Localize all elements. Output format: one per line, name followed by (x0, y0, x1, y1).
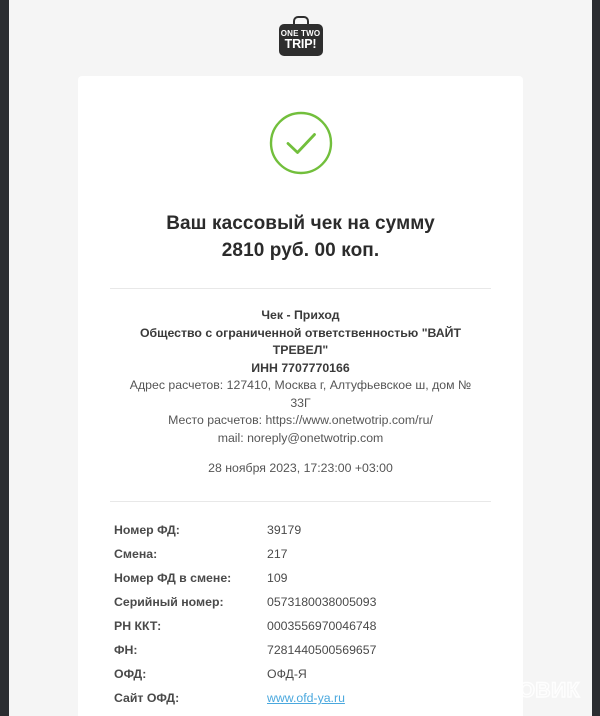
contact-mail: mail: noreply@onetwotrip.com (217, 430, 384, 445)
detail-value: 7281440500569657 (267, 643, 377, 657)
browser-gutter-left (0, 0, 9, 716)
detail-label: Серийный номер: (114, 595, 224, 609)
company-name: Общество с ограниченной ответственностью… (139, 325, 462, 358)
receipt-type: Чек - Приход (261, 308, 340, 322)
settlement-address: Адрес расчетов: 127410, Москва г, Алтуфь… (129, 378, 472, 410)
receipt-amount: 2810 руб. 00 коп. (221, 240, 380, 261)
logo-text-line2: TRIP! (284, 37, 317, 51)
detail-label: ОФД: (114, 667, 147, 681)
detail-row: ФН: 7281440500569657 (114, 642, 487, 666)
receipt-title: Ваш кассовый чек на сумму 2810 руб. 00 к… (78, 180, 523, 264)
detail-label: Смена: (114, 547, 158, 561)
detail-label: ФН: (114, 643, 138, 657)
detail-row: РН ККТ: 0003556970046748 (114, 618, 487, 642)
settlement-place: Место расчетов: https://www.onetwotrip.c… (168, 413, 433, 427)
detail-value: 0573180038005093 (267, 595, 377, 609)
detail-value: 39179 (267, 523, 302, 537)
detail-label: Сайт ОФД: (114, 691, 180, 705)
detail-value-link[interactable]: www.ofd-ya.ru (267, 690, 487, 706)
receipt-title-line1: Ваш кассовый чек на сумму (166, 213, 435, 234)
detail-row: Смена: 217 (114, 546, 487, 570)
receipt-datetime: 28 ноября 2023, 17:23:00 +03:00 (208, 461, 393, 475)
status-icon-wrap (78, 102, 523, 180)
detail-row: ОФД: ОФД-Я (114, 666, 487, 690)
detail-row: Сайт ОФД: www.ofd-ya.ru (114, 690, 487, 714)
detail-row: Номер ФД в смене: 109 (114, 570, 487, 594)
detail-value: 0003556970046748 (267, 619, 377, 633)
page-viewport: ONE TWO TRIP! Ваш кассовый чек на сумму … (9, 0, 592, 716)
detail-value: 109 (267, 571, 288, 585)
brand-logo-area: ONE TWO TRIP! (9, 0, 592, 56)
detail-value: ОФД-Я (267, 667, 307, 681)
detail-value: 217 (267, 547, 288, 561)
detail-row: Номер ФД: 39179 (114, 522, 487, 546)
organization-info: Чек - Приход Общество с ограниченной отв… (78, 289, 523, 477)
suitcase-logo-icon: ONE TWO TRIP! (278, 16, 323, 56)
company-inn: ИНН 7707770166 (251, 360, 350, 375)
detail-label: Номер ФД в смене: (114, 571, 232, 585)
detail-label: РН ККТ: (114, 619, 162, 633)
check-circle-icon (269, 111, 332, 175)
suitcase-body-shape: ONE TWO TRIP! (278, 24, 323, 56)
detail-row: Серийный номер: 0573180038005093 (114, 594, 487, 618)
receipt-card: Ваш кассовый чек на сумму 2810 руб. 00 к… (78, 76, 523, 716)
receipt-details-table: Номер ФД: 39179 Смена: 217 Номер ФД в смене:… (78, 502, 523, 716)
detail-label: Номер ФД: (114, 523, 180, 537)
browser-gutter-right (592, 0, 600, 716)
